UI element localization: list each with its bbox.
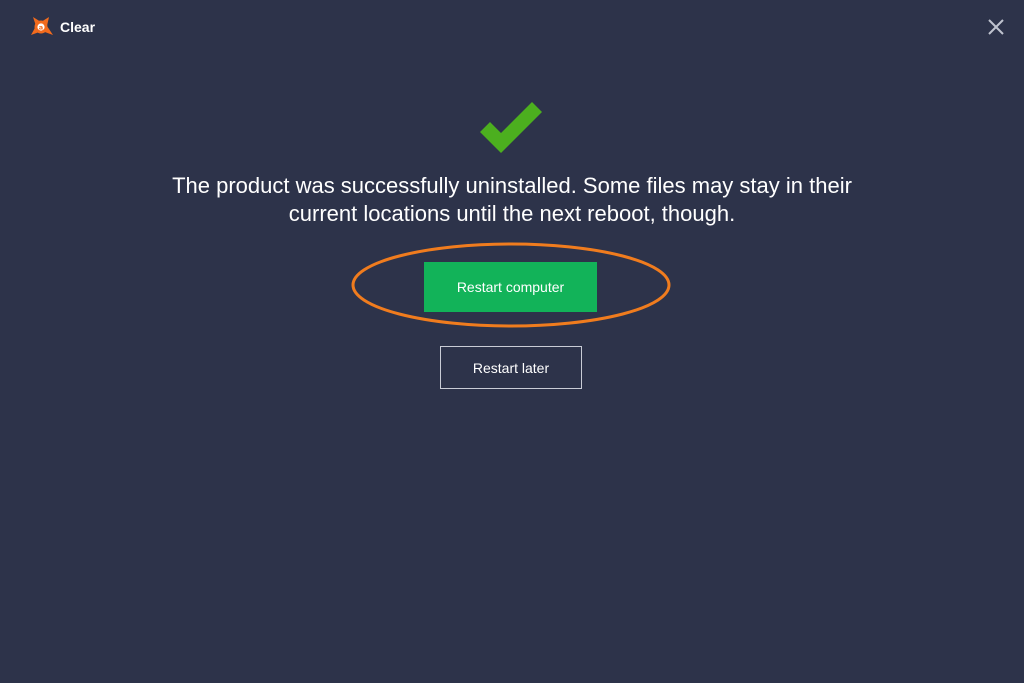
status-message-line-1: The product was successfully uninstalled… xyxy=(172,173,852,198)
svg-text:a: a xyxy=(39,24,43,32)
status-message-line-2: current locations until the next reboot,… xyxy=(288,201,736,226)
checkmark-icon xyxy=(480,102,542,153)
title-bar: a Clear xyxy=(0,0,1024,54)
close-icon[interactable] xyxy=(984,15,1008,39)
avast-logo-icon: a xyxy=(31,17,53,35)
status-message: The product was successfully uninstalled… xyxy=(112,172,912,228)
restart-later-button[interactable]: Restart later xyxy=(440,346,582,389)
app-title: Clear xyxy=(60,19,96,35)
restart-computer-button[interactable]: Restart computer xyxy=(424,262,597,312)
